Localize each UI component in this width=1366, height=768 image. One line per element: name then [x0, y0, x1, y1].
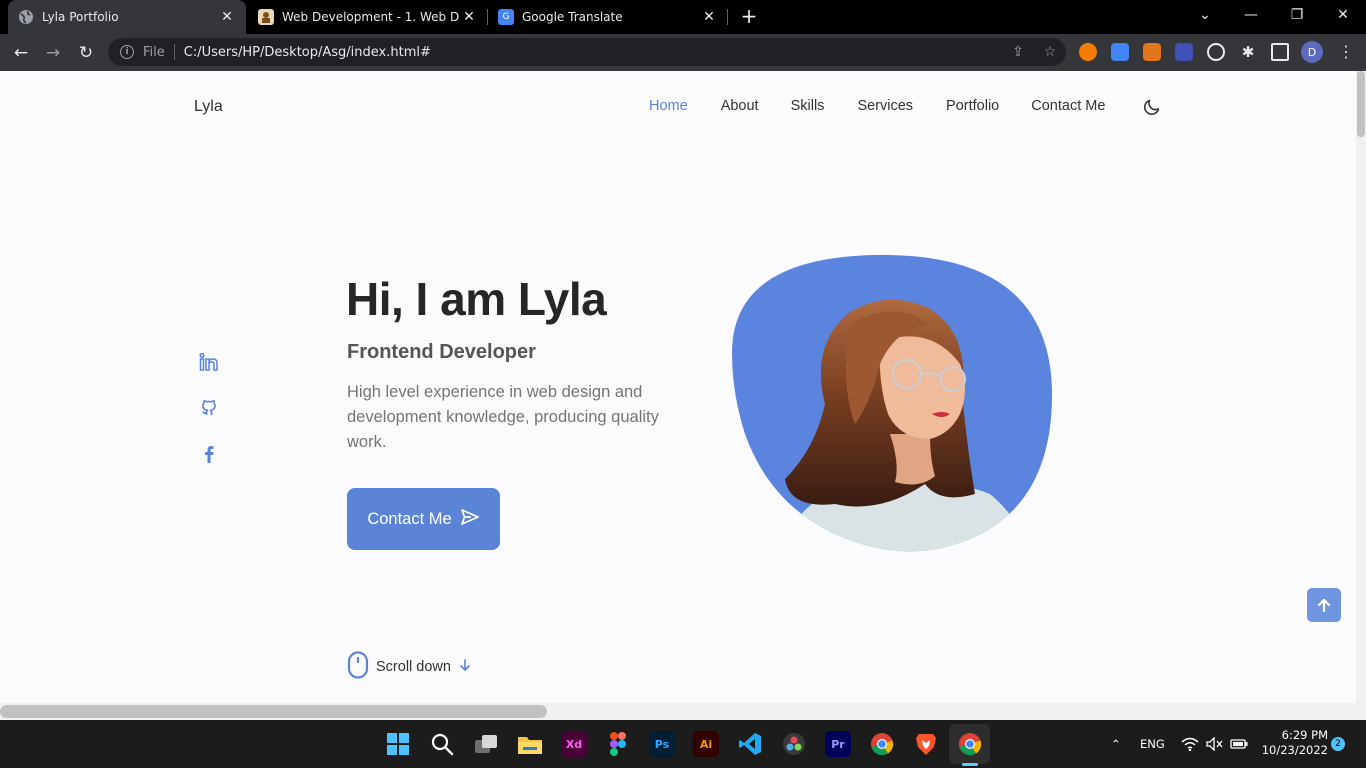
- close-window-button[interactable]: ✕: [1320, 0, 1366, 30]
- illustrator-icon[interactable]: Ai: [693, 731, 719, 757]
- github-icon[interactable]: [199, 398, 219, 418]
- site-logo[interactable]: Lyla: [194, 98, 223, 116]
- send-icon: [460, 508, 480, 531]
- volume-muted-icon[interactable]: [1206, 720, 1224, 768]
- google-translate-icon: G: [498, 9, 514, 25]
- facebook-icon[interactable]: [199, 444, 219, 464]
- tab-web-development[interactable]: Web Development - 1. Web Desi ✕: [248, 0, 488, 34]
- arrow-up-icon: [1317, 598, 1331, 612]
- share-icon[interactable]: ⇪: [1002, 44, 1034, 60]
- vertical-scrollbar[interactable]: [1356, 71, 1366, 720]
- nav-services[interactable]: Services: [857, 98, 913, 114]
- reload-icon[interactable]: ↻: [73, 40, 99, 66]
- close-tab-icon[interactable]: ✕: [460, 9, 478, 25]
- active-app-indicator: [962, 763, 978, 766]
- restore-button[interactable]: ❐: [1274, 0, 1320, 30]
- extension-translate-icon[interactable]: [1111, 43, 1129, 61]
- tab-google-translate[interactable]: G Google Translate ✕: [488, 0, 728, 34]
- scroll-to-top-button[interactable]: [1307, 588, 1341, 622]
- mouse-icon: [347, 651, 369, 683]
- menu-kebab-icon[interactable]: ⋮: [1338, 41, 1354, 63]
- vscode-icon[interactable]: [737, 731, 763, 757]
- new-tab-button[interactable]: +: [737, 4, 761, 28]
- language-indicator[interactable]: ENG: [1140, 720, 1165, 768]
- tab-title: Web Development - 1. Web Desi: [282, 10, 460, 24]
- profile-avatar[interactable]: D: [1301, 41, 1323, 63]
- brave-icon[interactable]: [913, 731, 939, 757]
- clock-time: 6:29 PM: [1281, 728, 1328, 742]
- chrome-icon[interactable]: [869, 731, 895, 757]
- nav-contact[interactable]: Contact Me: [1031, 98, 1105, 114]
- windows-taskbar: Xd Ps Ai Pr ⌃ ENG 6:29 PM 10/23/2022 2: [0, 720, 1366, 768]
- linkedin-icon[interactable]: [199, 352, 219, 372]
- nav-portfolio[interactable]: Portfolio: [946, 98, 999, 114]
- wifi-icon[interactable]: [1181, 720, 1199, 768]
- contact-me-label: Contact Me: [367, 509, 452, 528]
- photoshop-icon[interactable]: Ps: [649, 731, 675, 757]
- hero-description: High level experience in web design and …: [347, 383, 659, 451]
- extension-bitwarden-icon[interactable]: [1175, 43, 1193, 61]
- premiere-pro-icon[interactable]: Pr: [825, 731, 851, 757]
- omnibox-divider: [173, 44, 175, 60]
- show-hidden-icons-icon[interactable]: ⌃: [1111, 720, 1121, 768]
- nav-skills[interactable]: Skills: [791, 98, 825, 114]
- contact-me-button[interactable]: Contact Me: [347, 488, 500, 550]
- davinci-resolve-icon[interactable]: [781, 731, 807, 757]
- windows-start-icon[interactable]: [385, 731, 411, 757]
- side-panel-icon[interactable]: [1271, 43, 1289, 61]
- nav-about[interactable]: About: [721, 98, 759, 114]
- hero-subtitle: Frontend Developer: [347, 341, 536, 363]
- scheme-label: File: [143, 44, 165, 60]
- bookmark-star-icon[interactable]: ☆: [1034, 44, 1066, 60]
- task-view-icon[interactable]: [473, 731, 499, 757]
- extension-rss-icon[interactable]: [1079, 43, 1097, 61]
- tab-title: Google Translate: [522, 10, 623, 24]
- scroll-down-link[interactable]: Scroll down: [347, 651, 472, 683]
- minimize-button[interactable]: —: [1228, 0, 1274, 30]
- back-icon[interactable]: ←: [8, 40, 34, 66]
- chrome-active-icon[interactable]: [957, 731, 983, 757]
- page-viewport: Lyla Home About Skills Services Portfoli…: [0, 71, 1366, 720]
- extension-react-devtools-icon[interactable]: [1207, 43, 1225, 61]
- battery-icon[interactable]: [1230, 720, 1248, 768]
- close-tab-icon[interactable]: ✕: [218, 9, 236, 25]
- main-nav: Home About Skills Services Portfolio Con…: [649, 98, 1105, 114]
- figma-icon[interactable]: [605, 731, 631, 757]
- close-tab-icon[interactable]: ✕: [700, 9, 718, 25]
- notification-badge[interactable]: 2: [1331, 737, 1345, 751]
- search-icon[interactable]: [429, 731, 455, 757]
- system-clock[interactable]: 6:29 PM 10/23/2022: [1258, 728, 1328, 758]
- tab-title: Lyla Portfolio: [42, 10, 119, 24]
- tab-lyla-portfolio[interactable]: Lyla Portfolio ✕: [8, 0, 246, 34]
- vertical-scroll-thumb[interactable]: [1357, 71, 1365, 137]
- info-icon[interactable]: i: [120, 45, 134, 59]
- browser-toolbar: ← → ↻ i File C:/Users/HP/Desktop/Asg/ind…: [0, 34, 1366, 71]
- globe-icon: [18, 9, 34, 25]
- url-text[interactable]: C:/Users/HP/Desktop/Asg/index.html#: [184, 45, 1002, 60]
- file-explorer-icon[interactable]: [517, 731, 543, 757]
- extension-metamask-icon[interactable]: [1143, 43, 1161, 61]
- portfolio-site: Lyla Home About Skills Services Portfoli…: [0, 71, 1356, 703]
- clock-date: 10/23/2022: [1261, 743, 1328, 757]
- arrow-down-icon: [458, 658, 472, 676]
- hero-profile-image: [730, 254, 1055, 554]
- nav-home[interactable]: Home: [649, 98, 688, 114]
- tab-strip: Lyla Portfolio ✕ Web Development - 1. We…: [0, 0, 1366, 34]
- hero-title: Hi, I am Lyla: [346, 273, 607, 325]
- scroll-down-label: Scroll down: [376, 659, 451, 675]
- horizontal-scroll-thumb[interactable]: [0, 705, 547, 718]
- moon-icon[interactable]: [1143, 98, 1161, 116]
- extensions-puzzle-icon[interactable]: ✱: [1239, 43, 1257, 61]
- forward-icon[interactable]: →: [40, 40, 66, 66]
- course-favicon-icon: [258, 9, 274, 25]
- tab-search-icon[interactable]: ⌄: [1182, 0, 1228, 30]
- tab-divider: [727, 9, 728, 25]
- adobe-xd-icon[interactable]: Xd: [561, 731, 587, 757]
- address-bar[interactable]: i File C:/Users/HP/Desktop/Asg/index.htm…: [108, 38, 1066, 66]
- horizontal-scrollbar[interactable]: [0, 703, 1356, 720]
